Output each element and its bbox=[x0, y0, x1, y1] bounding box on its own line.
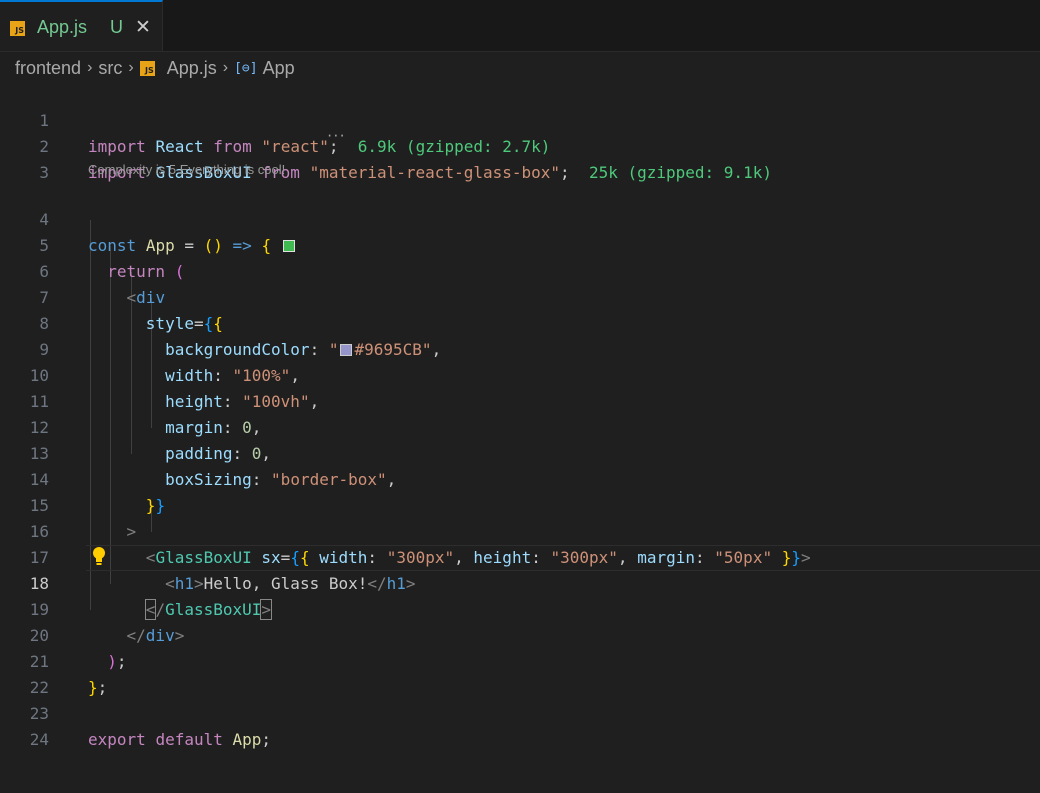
code-line: 23 export default App; bbox=[0, 675, 1040, 749]
code-line: 17 <h1>Hello, Glass Box!</h1> bbox=[0, 519, 1040, 593]
code-line: 11 margin: 0, bbox=[0, 363, 1040, 437]
breadcrumb-app-symbol[interactable]: App bbox=[263, 58, 295, 79]
javascript-file-icon: JS bbox=[139, 60, 155, 76]
breadcrumb-frontend[interactable]: frontend bbox=[15, 58, 81, 79]
import-cost-label: 25k (gzipped: 9.1k) bbox=[588, 163, 772, 182]
code-line: 2 import GlassBoxUI from "material-react… bbox=[0, 108, 1040, 182]
line-number: 24 bbox=[29, 730, 49, 749]
code-line: 7 style={{ bbox=[0, 259, 1040, 333]
code-line: 12 padding: 0, bbox=[0, 389, 1040, 463]
tab-title: App.js bbox=[37, 17, 88, 37]
code-line: 3 bbox=[0, 134, 1040, 182]
code-line: 9 width: "100%", bbox=[0, 311, 1040, 385]
chevron-right-icon: › bbox=[222, 59, 229, 76]
code-line: 19 </div> bbox=[0, 571, 1040, 645]
code-line: 13 boxSizing: "border-box", bbox=[0, 415, 1040, 489]
breadcrumb: frontend › src › JS App.js › [⊖] App bbox=[15, 56, 295, 80]
chevron-right-icon: › bbox=[87, 59, 93, 76]
tab-bar: JS App.js U ✕ bbox=[0, 0, 1040, 52]
chevron-right-icon: › bbox=[128, 59, 134, 76]
code-editor[interactable]: 1 import React from "react"; 6.9k (gzipp… bbox=[0, 82, 1040, 793]
code-line: 24 bbox=[0, 701, 1040, 749]
untracked-status-badge: U bbox=[110, 17, 123, 37]
code-line: 6 <div bbox=[0, 233, 1040, 307]
code-line: 15 > bbox=[0, 467, 1040, 541]
code-line: 22 bbox=[0, 649, 1040, 697]
code-line: 1 import React from "react"; 6.9k (gzipp… bbox=[0, 82, 1040, 156]
code-line: 8 backgroundColor: " #9695CB", bbox=[0, 285, 1040, 359]
string-literal: "material-react-glass-box" bbox=[309, 163, 561, 182]
breadcrumb-app-js[interactable]: App.js bbox=[167, 58, 217, 79]
code-line: 16 <GlassBoxUI sx={{ width: "300px", hei… bbox=[0, 493, 1040, 567]
code-line: 21 }; bbox=[0, 623, 1040, 697]
code-line: 14 }} bbox=[0, 441, 1040, 515]
lightbulb-icon[interactable] bbox=[92, 546, 106, 566]
symbol-variable-icon: [⊖] bbox=[234, 60, 258, 76]
tab-app-js[interactable]: JS App.js U ✕ bbox=[0, 0, 163, 51]
codelens-complexity[interactable]: Complexity is 5 Everything is cool! bbox=[88, 162, 285, 177]
code-line: 4 const App = () => { bbox=[0, 181, 1040, 255]
breadcrumb-src[interactable]: src bbox=[98, 58, 122, 79]
close-icon[interactable]: ✕ bbox=[135, 16, 151, 39]
code-line-current: 18 </GlassBoxUI> bbox=[0, 545, 1040, 620]
code-line: 20 ); bbox=[0, 597, 1040, 671]
code-line: 5 return ( bbox=[0, 207, 1040, 281]
javascript-file-icon: JS bbox=[10, 21, 25, 36]
code-line: 10 height: "100vh", bbox=[0, 337, 1040, 411]
